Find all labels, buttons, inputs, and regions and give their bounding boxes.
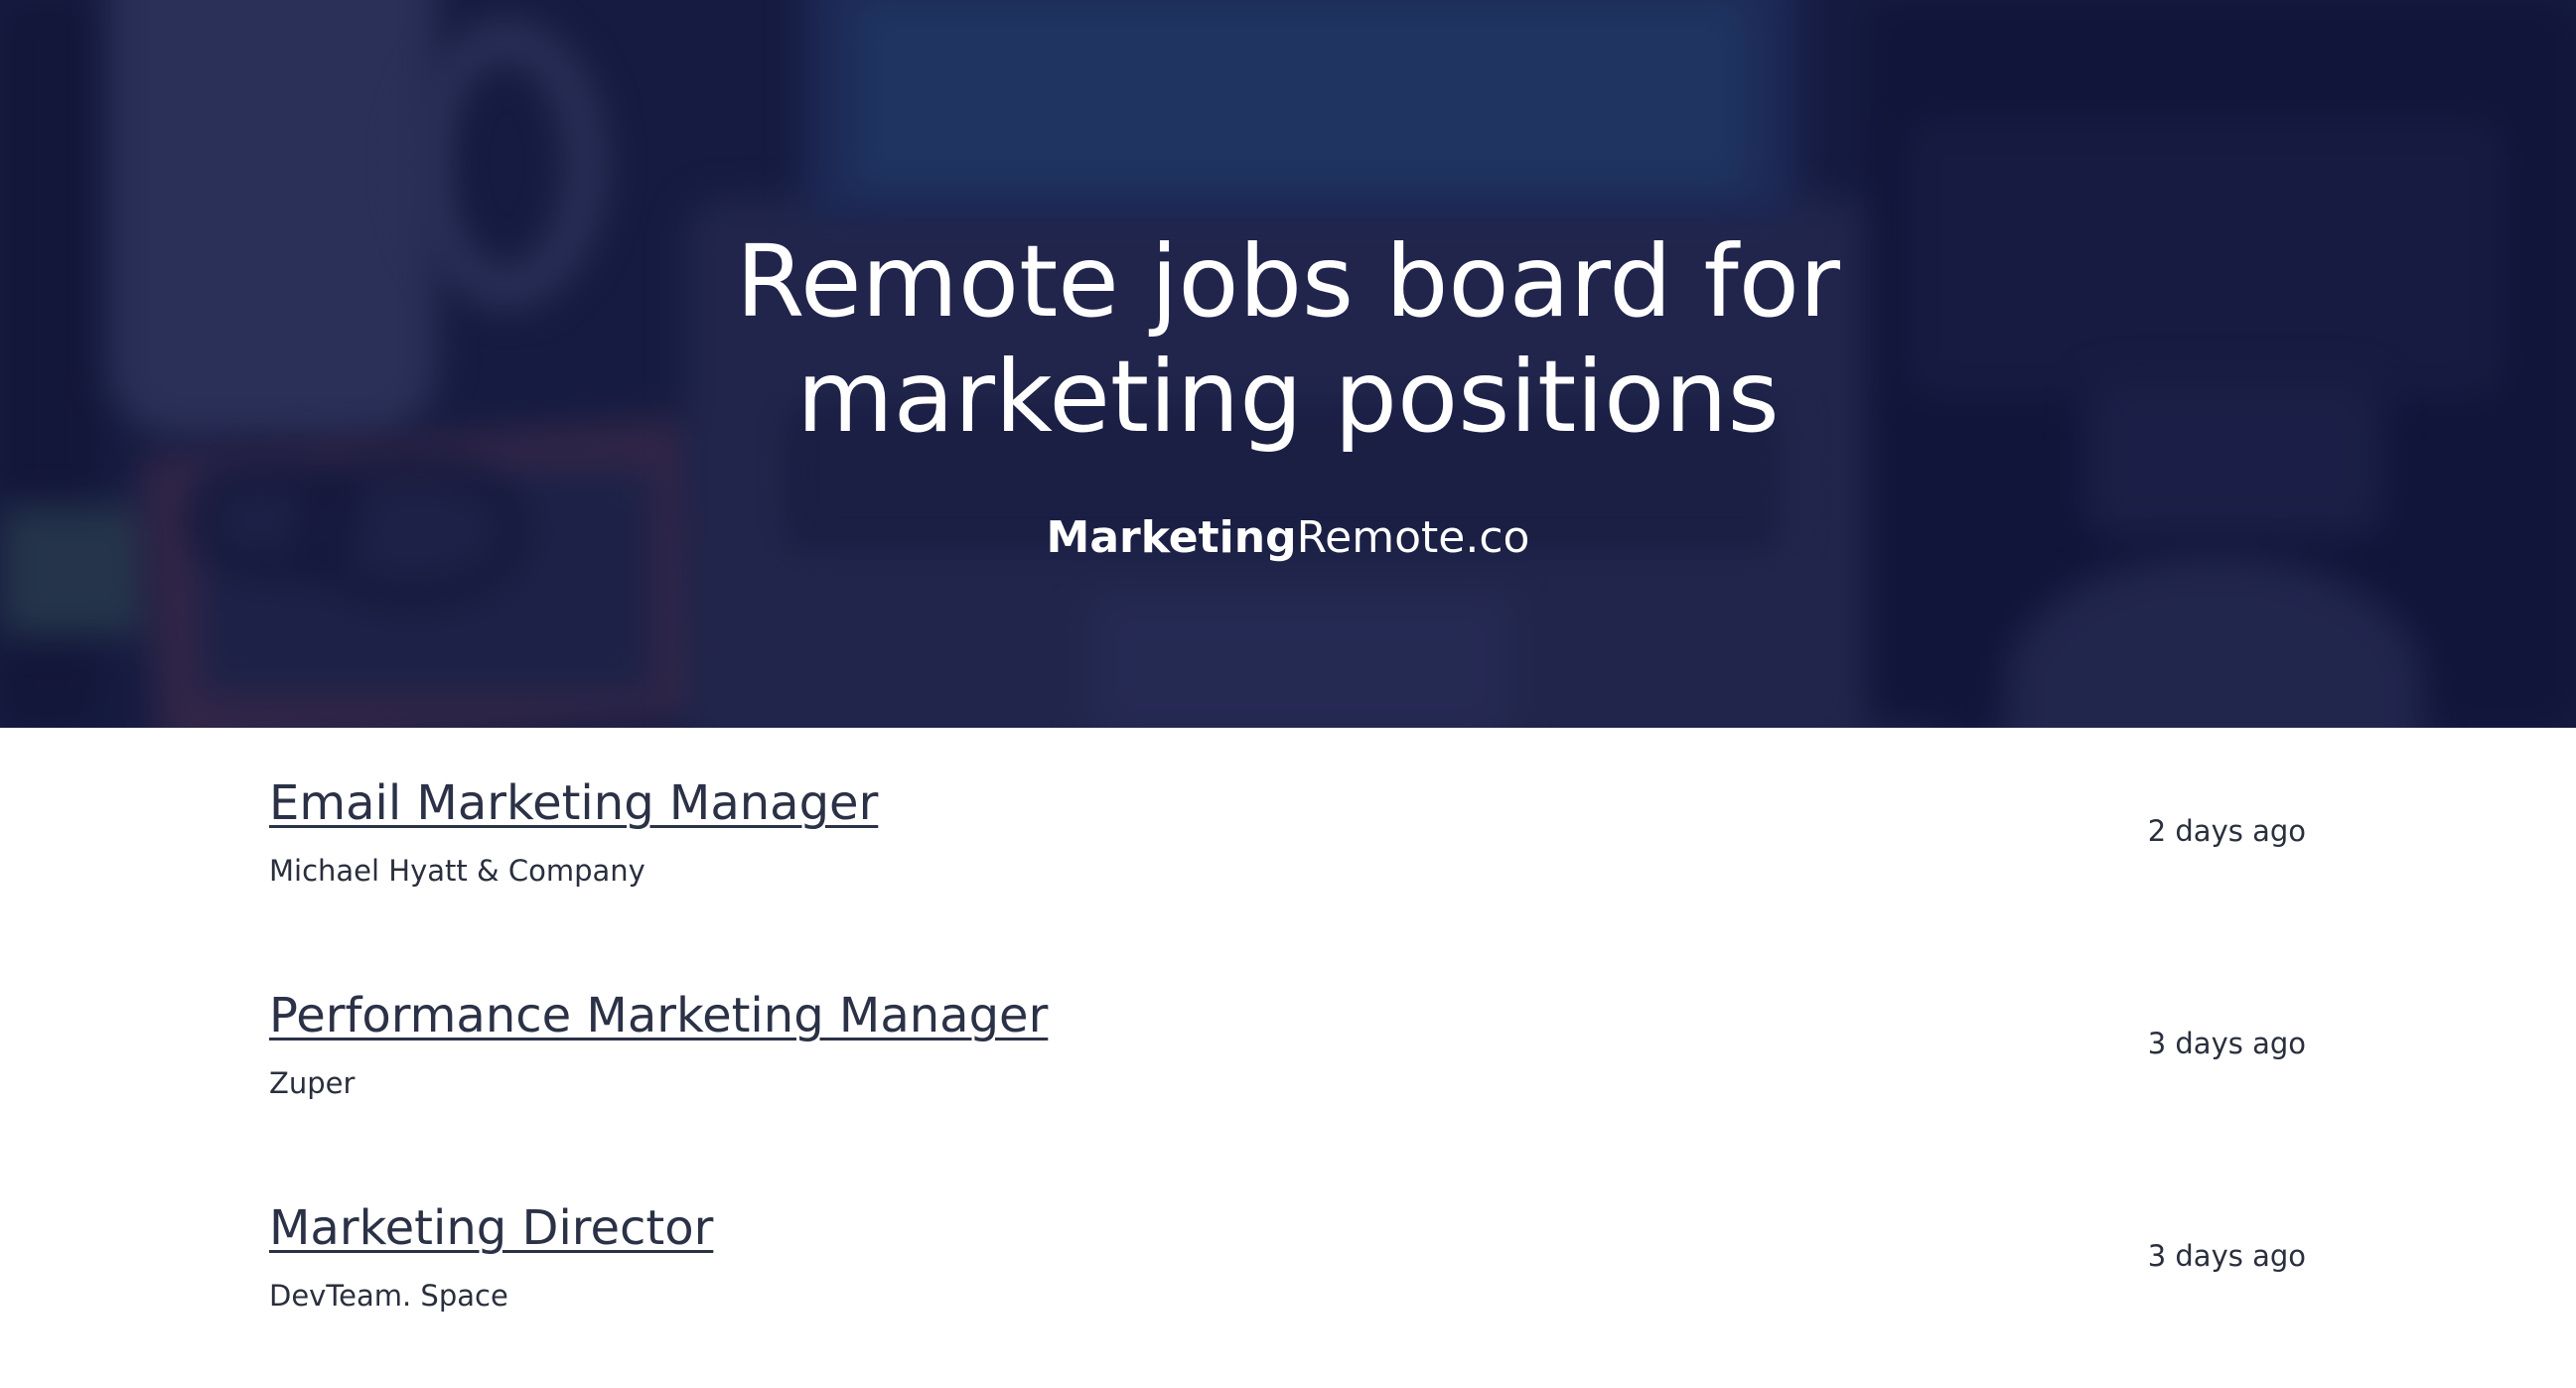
job-title-link[interactable]: Email Marketing Manager	[269, 774, 878, 832]
brand-logo-bold: Marketing	[1046, 512, 1297, 563]
job-title-link[interactable]: Marketing Director	[269, 1199, 713, 1257]
page-title: Remote jobs board for marketing position…	[735, 223, 1840, 455]
brand-logo[interactable]: MarketingRemote.co	[1047, 512, 1530, 564]
job-posted-date: 2 days ago	[2147, 814, 2306, 848]
job-list-item: Email Marketing Manager Michael Hyatt & …	[269, 728, 2306, 940]
job-posted-date: 3 days ago	[2147, 1027, 2306, 1060]
job-posted-date: 3 days ago	[2147, 1239, 2306, 1273]
job-company: Zuper	[269, 1066, 356, 1100]
job-company: Michael Hyatt & Company	[269, 854, 645, 888]
hero-banner: Remote jobs board for marketing position…	[0, 0, 2576, 728]
job-list: Email Marketing Manager Michael Hyatt & …	[0, 728, 2576, 1365]
job-list-item: Marketing Director DevTeam. Space 3 days…	[269, 1153, 2306, 1365]
brand-logo-light: Remote.co	[1296, 512, 1530, 563]
job-list-item: Performance Marketing Manager Zuper 3 da…	[269, 940, 2306, 1153]
hero-content: Remote jobs board for marketing position…	[0, 0, 2576, 728]
job-company: DevTeam. Space	[269, 1279, 508, 1313]
job-title-link[interactable]: Performance Marketing Manager	[269, 987, 1048, 1044]
